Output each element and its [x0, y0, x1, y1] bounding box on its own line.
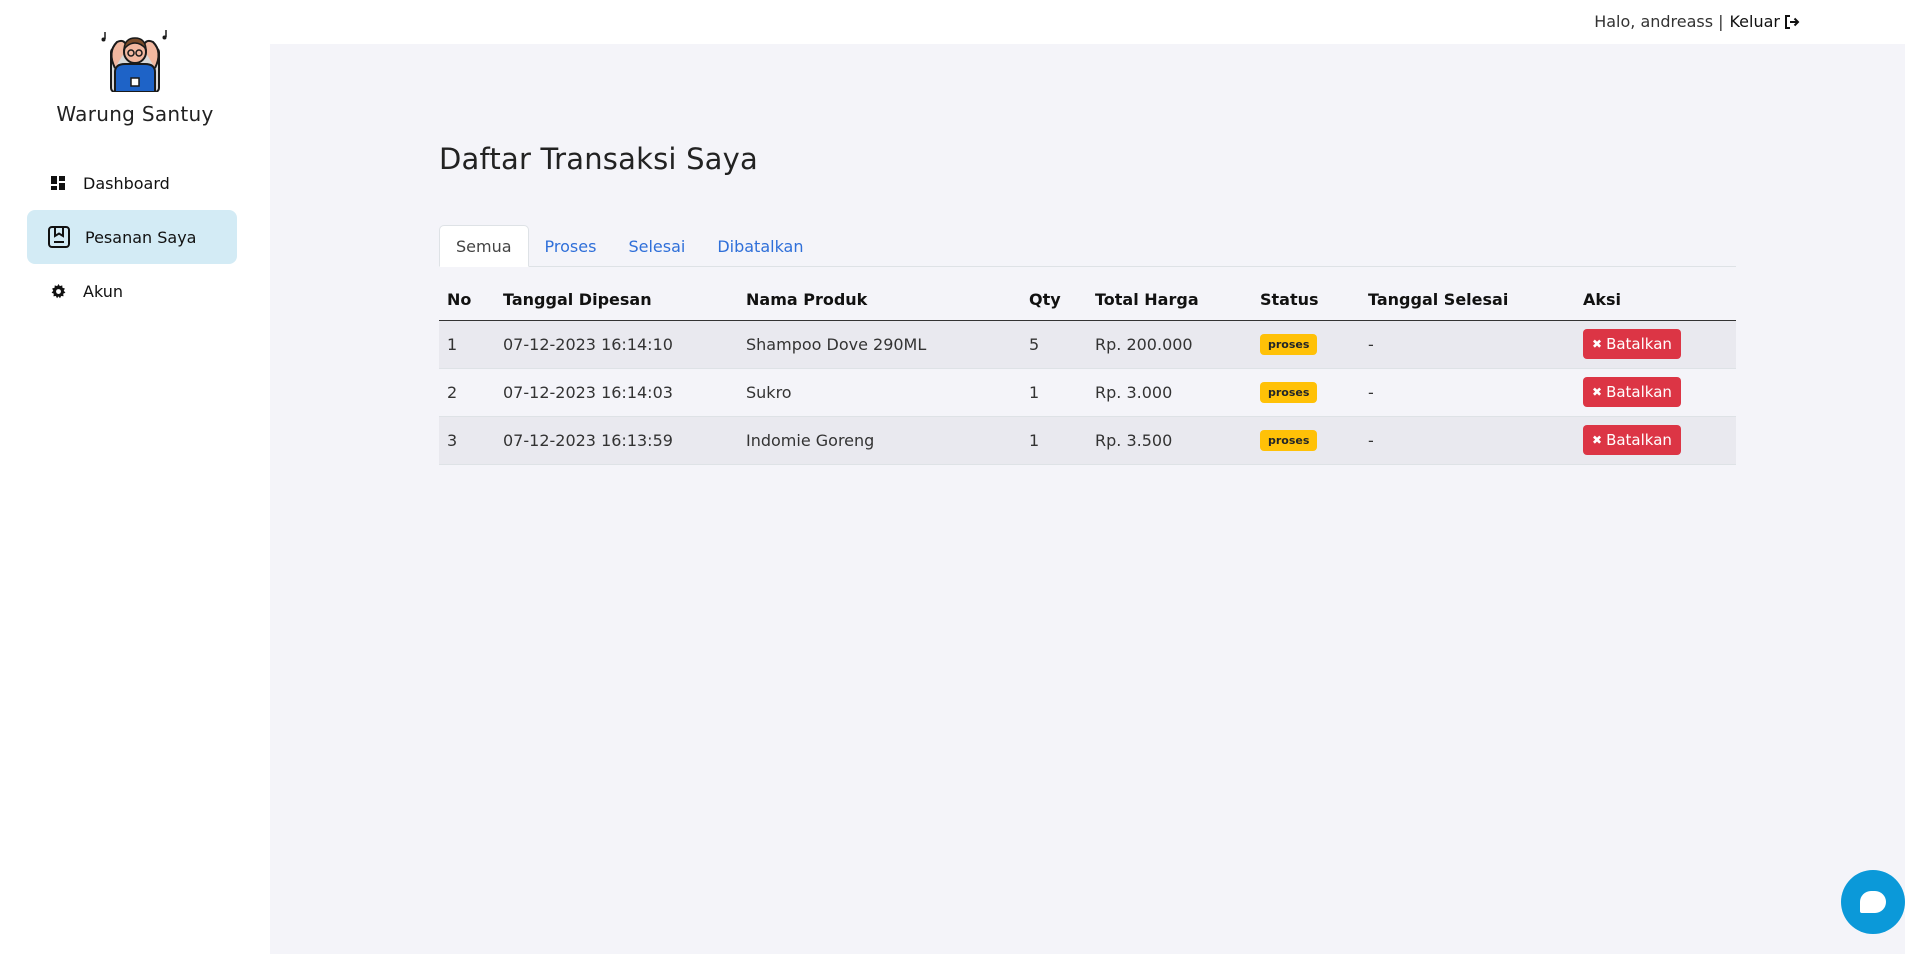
tab-proses[interactable]: Proses	[529, 225, 613, 267]
column-header: Qty	[1021, 280, 1087, 321]
cell-total: Rp. 200.000	[1087, 320, 1252, 369]
close-icon: ✖	[1592, 433, 1603, 447]
relaxing-person-logo	[101, 30, 167, 92]
tab-selesai[interactable]: Selesai	[612, 225, 701, 267]
cell-product: Sukro	[738, 368, 1021, 417]
cancel-order-button[interactable]: ✖ Batalkan	[1583, 329, 1681, 359]
cell-total: Rp. 3.000	[1087, 368, 1252, 417]
table-header-row: No Tanggal Dipesan Nama Produk Qty Total…	[439, 280, 1736, 321]
cell-product: Shampoo Dove 290ML	[738, 320, 1021, 369]
greeting-separator: |	[1718, 12, 1724, 31]
table-row: 3 07-12-2023 16:13:59 Indomie Goreng 1 R…	[439, 416, 1736, 465]
cell-action: ✖ Batalkan	[1575, 368, 1736, 417]
sidebar-item-dashboard[interactable]: Dashboard	[27, 156, 237, 210]
logout-label: Keluar	[1729, 12, 1780, 31]
dashboard-icon	[49, 174, 67, 192]
chat-icon	[1860, 891, 1886, 913]
logout-icon	[1785, 14, 1800, 29]
tab-dibatalkan[interactable]: Dibatalkan	[701, 225, 819, 267]
transactions-table: No Tanggal Dipesan Nama Produk Qty Total…	[439, 280, 1736, 465]
cell-no: 1	[439, 320, 495, 369]
main-content: Daftar Transaksi Saya Semua Proses Seles…	[270, 44, 1905, 954]
sidebar-item-label: Akun	[83, 281, 123, 301]
cell-status: proses	[1252, 368, 1360, 417]
sidebar-item-pesanan-saya[interactable]: Pesanan Saya	[27, 210, 237, 264]
cell-date: 07-12-2023 16:14:03	[495, 368, 738, 417]
cell-no: 2	[439, 368, 495, 417]
table-row: 2 07-12-2023 16:14:03 Sukro 1 Rp. 3.000 …	[439, 368, 1736, 417]
page-title: Daftar Transaksi Saya	[439, 142, 758, 176]
cell-status: proses	[1252, 320, 1360, 369]
logout-link[interactable]: Keluar	[1729, 12, 1800, 31]
column-header: No	[439, 280, 495, 321]
column-header: Tanggal Dipesan	[495, 280, 738, 321]
cell-total: Rp. 3.500	[1087, 416, 1252, 465]
cell-product: Indomie Goreng	[738, 416, 1021, 465]
user-greeting: Halo, andreass | Keluar	[1594, 12, 1800, 31]
brand-name: Warung Santuy	[56, 102, 214, 126]
cell-no: 3	[439, 416, 495, 465]
status-badge: proses	[1260, 334, 1318, 355]
column-header: Status	[1252, 280, 1360, 321]
brand: Warung Santuy	[0, 28, 270, 126]
close-icon: ✖	[1592, 385, 1603, 399]
sidebar-item-label: Dashboard	[83, 173, 170, 193]
gear-icon	[49, 282, 67, 300]
cancel-order-button[interactable]: ✖ Batalkan	[1583, 377, 1681, 407]
greeting-text: Halo, andreass	[1594, 12, 1714, 31]
order-icon	[47, 225, 71, 249]
status-badge: proses	[1260, 382, 1318, 403]
sidebar-item-akun[interactable]: Akun	[27, 264, 237, 318]
status-badge: proses	[1260, 430, 1318, 451]
cell-qty: 5	[1021, 320, 1087, 369]
cell-finished: -	[1360, 368, 1575, 417]
tab-semua[interactable]: Semua	[439, 225, 529, 267]
transaction-tabs: Semua Proses Selesai Dibatalkan	[439, 225, 1736, 267]
sidebar-nav: Dashboard Pesanan Saya Akun	[27, 156, 237, 318]
cancel-label: Batalkan	[1606, 335, 1672, 353]
cell-status: proses	[1252, 416, 1360, 465]
topbar: Halo, andreass | Keluar	[270, 0, 1905, 44]
cell-action: ✖ Batalkan	[1575, 416, 1736, 465]
cell-qty: 1	[1021, 416, 1087, 465]
column-header: Nama Produk	[738, 280, 1021, 321]
column-header: Total Harga	[1087, 280, 1252, 321]
table-row: 1 07-12-2023 16:14:10 Shampoo Dove 290ML…	[439, 320, 1736, 369]
sidebar-item-label: Pesanan Saya	[85, 227, 197, 247]
cell-date: 07-12-2023 16:13:59	[495, 416, 738, 465]
cell-action: ✖ Batalkan	[1575, 320, 1736, 369]
cell-qty: 1	[1021, 368, 1087, 417]
chat-widget-button[interactable]	[1841, 870, 1905, 934]
cell-finished: -	[1360, 416, 1575, 465]
column-header: Tanggal Selesai	[1360, 280, 1575, 321]
cancel-label: Batalkan	[1606, 383, 1672, 401]
column-header: Aksi	[1575, 280, 1736, 321]
close-icon: ✖	[1592, 337, 1603, 351]
sidebar: Warung Santuy Dashboard Pesanan Saya Aku…	[0, 0, 270, 954]
cell-finished: -	[1360, 320, 1575, 369]
cancel-label: Batalkan	[1606, 431, 1672, 449]
cancel-order-button[interactable]: ✖ Batalkan	[1583, 425, 1681, 455]
cell-date: 07-12-2023 16:14:10	[495, 320, 738, 369]
